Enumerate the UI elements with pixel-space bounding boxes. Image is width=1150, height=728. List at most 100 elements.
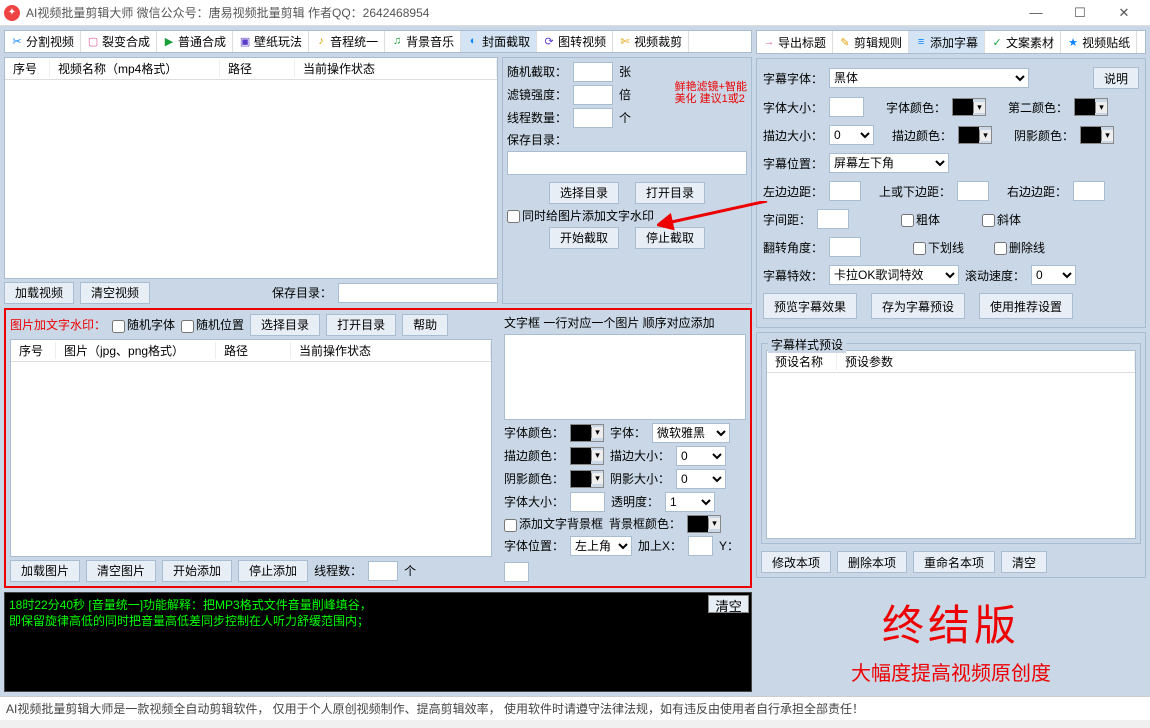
save-dir-input[interactable]	[338, 283, 498, 303]
sub-fx-select[interactable]: 卡拉OK歌词特效	[829, 265, 959, 285]
close-button[interactable]: ✕	[1102, 0, 1146, 26]
cap-save-input[interactable]	[507, 151, 747, 175]
modify-item-button[interactable]: 修改本项	[761, 551, 831, 573]
tab-壁纸玩法[interactable]: ▣壁纸玩法	[233, 31, 309, 52]
wm-bgcolor-picker[interactable]: ▾	[687, 515, 721, 533]
thread-input[interactable]	[573, 108, 613, 128]
tab-icon: ⟳	[543, 35, 555, 47]
sub-right-input[interactable]	[1073, 181, 1105, 201]
use-recommended-button[interactable]: 使用推荐设置	[979, 293, 1073, 319]
tab-视频裁剪[interactable]: ✄视频裁剪	[613, 31, 689, 52]
wm-select-dir-button[interactable]: 选择目录	[250, 314, 320, 336]
sub-top-input[interactable]	[957, 181, 989, 201]
rand-pos-checkbox[interactable]	[181, 320, 194, 333]
wm-shadowcolor-picker[interactable]: ▾	[570, 470, 604, 488]
wm-y-input[interactable]	[504, 562, 529, 582]
tab-剪辑规则[interactable]: ✎剪辑规则	[833, 31, 909, 53]
filter-input[interactable]	[573, 85, 613, 105]
wm-strokesize-select[interactable]: 0	[676, 446, 726, 466]
start-add-button[interactable]: 开始添加	[162, 560, 232, 582]
underline-checkbox-label[interactable]: 下划线	[913, 239, 964, 256]
load-video-button[interactable]: 加载视频	[4, 282, 74, 304]
footer: AI视频批量剪辑大师是一款视频全自动剪辑软件， 仅用于个人原创视频制作、提高剪辑…	[0, 696, 1150, 720]
tab-添加字幕[interactable]: ≡添加字幕	[909, 31, 985, 53]
wm-opacity-select[interactable]: 1	[665, 492, 715, 512]
sub-font-select[interactable]: 黑体	[829, 68, 1029, 88]
sub-color2-picker[interactable]: ▾	[1074, 98, 1108, 116]
sub-strokecolor-picker[interactable]: ▾	[958, 126, 992, 144]
wm-open-dir-button[interactable]: 打开目录	[326, 314, 396, 336]
explain-button[interactable]: 说明	[1093, 67, 1139, 89]
sub-strokesize-select[interactable]: 0	[829, 125, 874, 145]
wm-strokecolor-picker[interactable]: ▾	[570, 447, 604, 465]
watermark-checkbox[interactable]	[507, 210, 520, 223]
clear-image-button[interactable]: 清空图片	[86, 560, 156, 582]
watermark-textarea[interactable]	[504, 334, 746, 420]
sub-speed-select[interactable]: 0	[1031, 265, 1076, 285]
minimize-button[interactable]: —	[1014, 0, 1058, 26]
rand-font-checkbox[interactable]	[112, 320, 125, 333]
tab-裂变合成[interactable]: ▢裂变合成	[81, 31, 157, 52]
watermark-checkbox-label[interactable]: 同时给图片添加文字水印	[507, 207, 654, 224]
stop-add-button[interactable]: 停止添加	[238, 560, 308, 582]
sub-shadowcolor-picker[interactable]: ▾	[1080, 126, 1114, 144]
video-table[interactable]: 序号 视频名称（mp4格式） 路径 当前操作状态	[4, 57, 498, 279]
sub-rotate-input[interactable]	[829, 237, 861, 257]
wm-fontcolor-picker[interactable]: ▾	[570, 424, 604, 442]
sub-left-input[interactable]	[829, 181, 861, 201]
strike-checkbox[interactable]	[994, 242, 1007, 255]
wm-thread-input[interactable]	[368, 561, 398, 581]
tab-视频贴纸[interactable]: ★视频贴纸	[1061, 31, 1137, 53]
tab-图转视频[interactable]: ⟳图转视频	[537, 31, 613, 52]
tab-label: 导出标题	[778, 34, 826, 51]
select-dir-button[interactable]: 选择目录	[549, 182, 619, 204]
rand-pos-checkbox-label[interactable]: 随机位置	[181, 316, 244, 333]
tab-文案素材[interactable]: ✓文案素材	[985, 31, 1061, 53]
clear-log-button[interactable]: 清空	[708, 595, 749, 613]
italic-checkbox-label[interactable]: 斜体	[982, 211, 1021, 228]
wm-strokecolor-label: 描边颜色：	[504, 447, 564, 464]
help-button[interactable]: 帮助	[402, 314, 448, 336]
tab-普通合成[interactable]: ▶普通合成	[157, 31, 233, 52]
wm-shadowsize-select[interactable]: 0	[676, 469, 726, 489]
wm-bg-checkbox[interactable]	[504, 519, 517, 532]
underline-checkbox[interactable]	[913, 242, 926, 255]
preview-subtitle-button[interactable]: 预览字幕效果	[763, 293, 857, 319]
stop-capture-button[interactable]: 停止截取	[635, 227, 705, 249]
italic-checkbox[interactable]	[982, 214, 995, 227]
tab-背景音乐[interactable]: ♫背景音乐	[385, 31, 461, 52]
filter-label: 滤镜强度：	[507, 86, 567, 103]
tab-label: 文案素材	[1006, 34, 1054, 51]
clear-preset-button[interactable]: 清空	[1001, 551, 1047, 573]
bold-checkbox-label[interactable]: 粗体	[901, 211, 940, 228]
rand-count-input[interactable]	[573, 62, 613, 82]
wm-font-select[interactable]: 微软雅黑	[652, 423, 730, 443]
open-dir-button[interactable]: 打开目录	[635, 182, 705, 204]
start-capture-button[interactable]: 开始截取	[549, 227, 619, 249]
preset-panel: 字幕样式预设 预设名称 预设参数 修改本项 删除本项 重命名本项 清空	[756, 332, 1146, 578]
tab-封面截取[interactable]: ◐封面截取	[461, 31, 537, 52]
strike-checkbox-label[interactable]: 删除线	[994, 239, 1045, 256]
rand-font-checkbox-label[interactable]: 随机字体	[112, 316, 175, 333]
preset-table[interactable]: 预设名称 预设参数	[766, 350, 1136, 539]
sub-fontcolor-picker[interactable]: ▾	[952, 98, 986, 116]
save-preset-button[interactable]: 存为字幕预设	[871, 293, 965, 319]
clear-video-button[interactable]: 清空视频	[80, 282, 150, 304]
sub-spacing-input[interactable]	[817, 209, 849, 229]
wm-x-input[interactable]	[688, 536, 713, 556]
bold-checkbox[interactable]	[901, 214, 914, 227]
wm-bg-checkbox-label[interactable]: 添加文字背景框	[504, 515, 603, 532]
tab-音程统一[interactable]: ♪音程统一	[309, 31, 385, 52]
wm-pos-select[interactable]: 左上角	[570, 536, 632, 556]
sub-size-input[interactable]	[829, 97, 864, 117]
tab-导出标题[interactable]: →导出标题	[757, 31, 833, 53]
tab-label: 普通合成	[178, 33, 226, 50]
load-image-button[interactable]: 加载图片	[10, 560, 80, 582]
delete-item-button[interactable]: 删除本项	[837, 551, 907, 573]
tab-分割视频[interactable]: ✂分割视频	[5, 31, 81, 52]
wm-fontsize-input[interactable]	[570, 492, 605, 512]
image-table[interactable]: 序号 图片（jpg、png格式） 路径 当前操作状态	[10, 339, 492, 557]
rename-item-button[interactable]: 重命名本项	[913, 551, 995, 573]
sub-pos-select[interactable]: 屏幕左下角	[829, 153, 949, 173]
maximize-button[interactable]: ☐	[1058, 0, 1102, 26]
